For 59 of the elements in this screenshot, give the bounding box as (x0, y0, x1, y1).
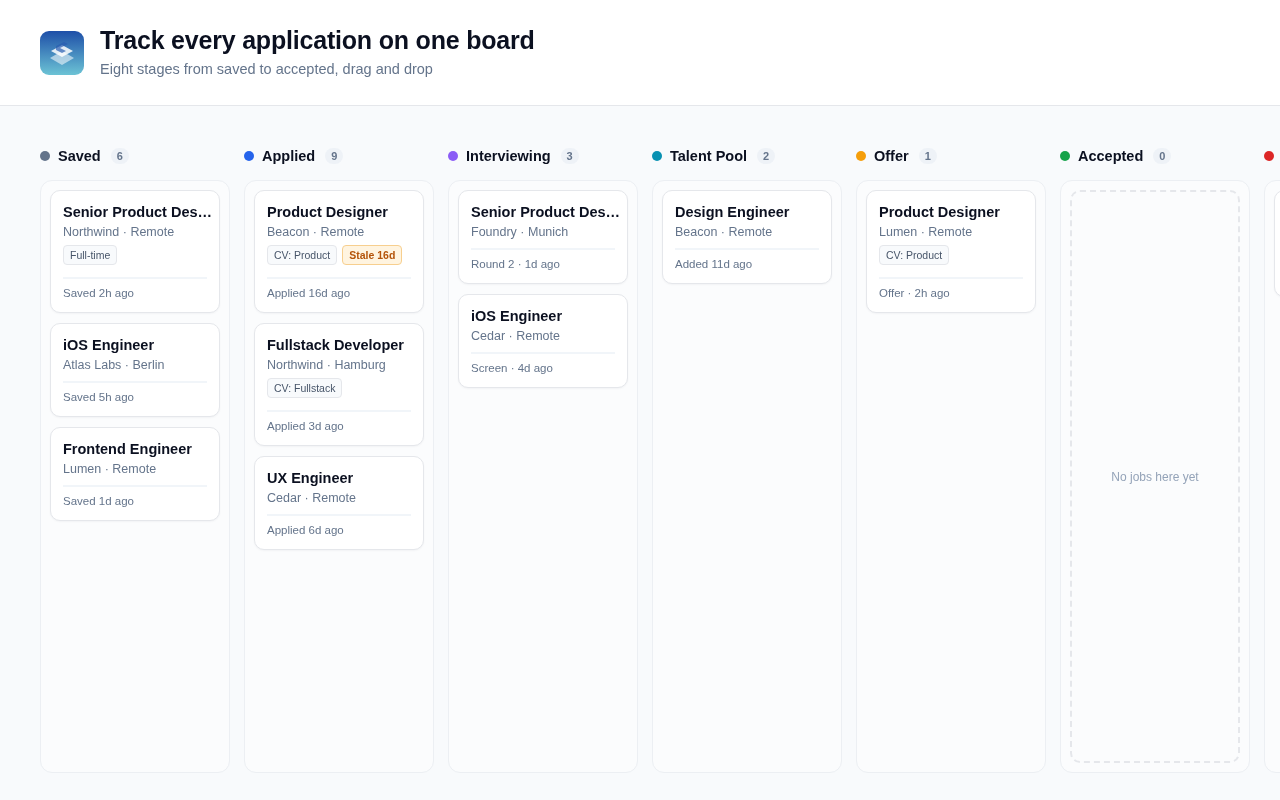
tag: CV: Fullstack (267, 378, 343, 398)
company-location: Northwind · Remote (63, 224, 176, 240)
company-location: Cedar · Remote (267, 490, 357, 506)
company-location: Beacon · Remote (267, 224, 366, 240)
card-status: Applied 16d ago (267, 287, 352, 299)
card-status: Applied 6d ago (267, 524, 345, 536)
page-subtitle: Eight stages from saved to accepted, drag and drop (100, 61, 434, 77)
card-status: Added 11d ago (675, 258, 754, 270)
column-title: Talent Pool (670, 148, 748, 164)
tag: CV: Product (879, 245, 950, 265)
column-title: Accepted (1078, 148, 1144, 164)
company-location: Northwind · Hamburg (267, 357, 387, 373)
count-badge: 2 (757, 148, 776, 164)
job-card[interactable]: Product Designer Beacon · Remote CV: Product Stale 16d Applied 16d ago (254, 190, 424, 313)
job-card[interactable]: Design Engineer Beacon · Remote Added 11d ago (662, 190, 832, 284)
company-location: Lumen · Remote (879, 224, 974, 240)
job-title: iOS Engineer (63, 336, 156, 354)
column-title: Applied (262, 148, 316, 164)
card-status: Saved 5h ago (63, 391, 135, 403)
job-title: Design Engineer (675, 203, 791, 221)
tag: Full-time (63, 245, 118, 265)
stale-tag: Stale 16d (342, 245, 403, 265)
job-card[interactable]: Product Designer Lumen · Remote CV: Product Offer · 2h ago (866, 190, 1036, 313)
card-status: Saved 1d ago (63, 495, 135, 507)
count-badge: 0 (1153, 148, 1172, 164)
card-status: Applied 3d ago (267, 420, 345, 432)
count-badge: 1 (918, 148, 937, 164)
company-location: Atlas Labs · Berlin (63, 357, 166, 373)
card-status: Screen · 4d ago (471, 362, 554, 374)
company-location: Lumen · Remote (63, 461, 158, 477)
card-status: Saved 2h ago (63, 287, 135, 299)
app-logo-icon (40, 30, 84, 75)
page-title: Track every application on one board (100, 26, 535, 55)
job-card[interactable]: iOS Engineer Cedar · Remote Screen · 4d ago (458, 294, 628, 388)
column-title: Saved (58, 148, 101, 164)
job-card[interactable]: UX Engineer Cedar · Remote Applied 6d ago (254, 456, 424, 550)
job-card[interactable]: Senior Product Des… Northwind · Remote Full-time Saved 2h ago (50, 190, 220, 313)
count-badge: 3 (560, 148, 579, 164)
job-title: UX Engineer (267, 469, 355, 487)
count-badge: 9 (325, 148, 344, 164)
job-title: Frontend Engineer (63, 440, 193, 458)
job-card[interactable]: Frontend Engineer Lumen · Remote Saved 1d ago (50, 427, 220, 521)
job-title: Product Designer (879, 203, 1001, 221)
count-badge: 6 (110, 148, 129, 164)
job-title: Product Designer (267, 203, 389, 221)
tag: CV: Product (267, 245, 338, 265)
job-title: iOS Engineer (471, 307, 564, 325)
column-title: Interviewing (466, 148, 551, 164)
job-card[interactable]: iOS Engineer Atlas Labs · Berlin Saved 5h ago (50, 323, 220, 417)
company-location: Beacon · Remote (675, 224, 774, 240)
card-status: Round 2 · 1d ago (471, 258, 561, 270)
company-location: Cedar · Remote (471, 328, 561, 344)
job-title: Fullstack Developer (267, 336, 405, 354)
column-title: Offer (874, 148, 909, 164)
empty-drop-zone: No jobs here yet (1070, 190, 1240, 763)
job-card[interactable]: Senior Product Des… Foundry · Munich Round 2 · 1d ago (458, 190, 628, 284)
job-card[interactable]: Fullstack Developer Northwind · Hamburg CV: Fullstack Applied 3d ago (254, 323, 424, 446)
company-location: Foundry · Munich (471, 224, 570, 240)
card-status: Offer · 2h ago (879, 287, 951, 299)
